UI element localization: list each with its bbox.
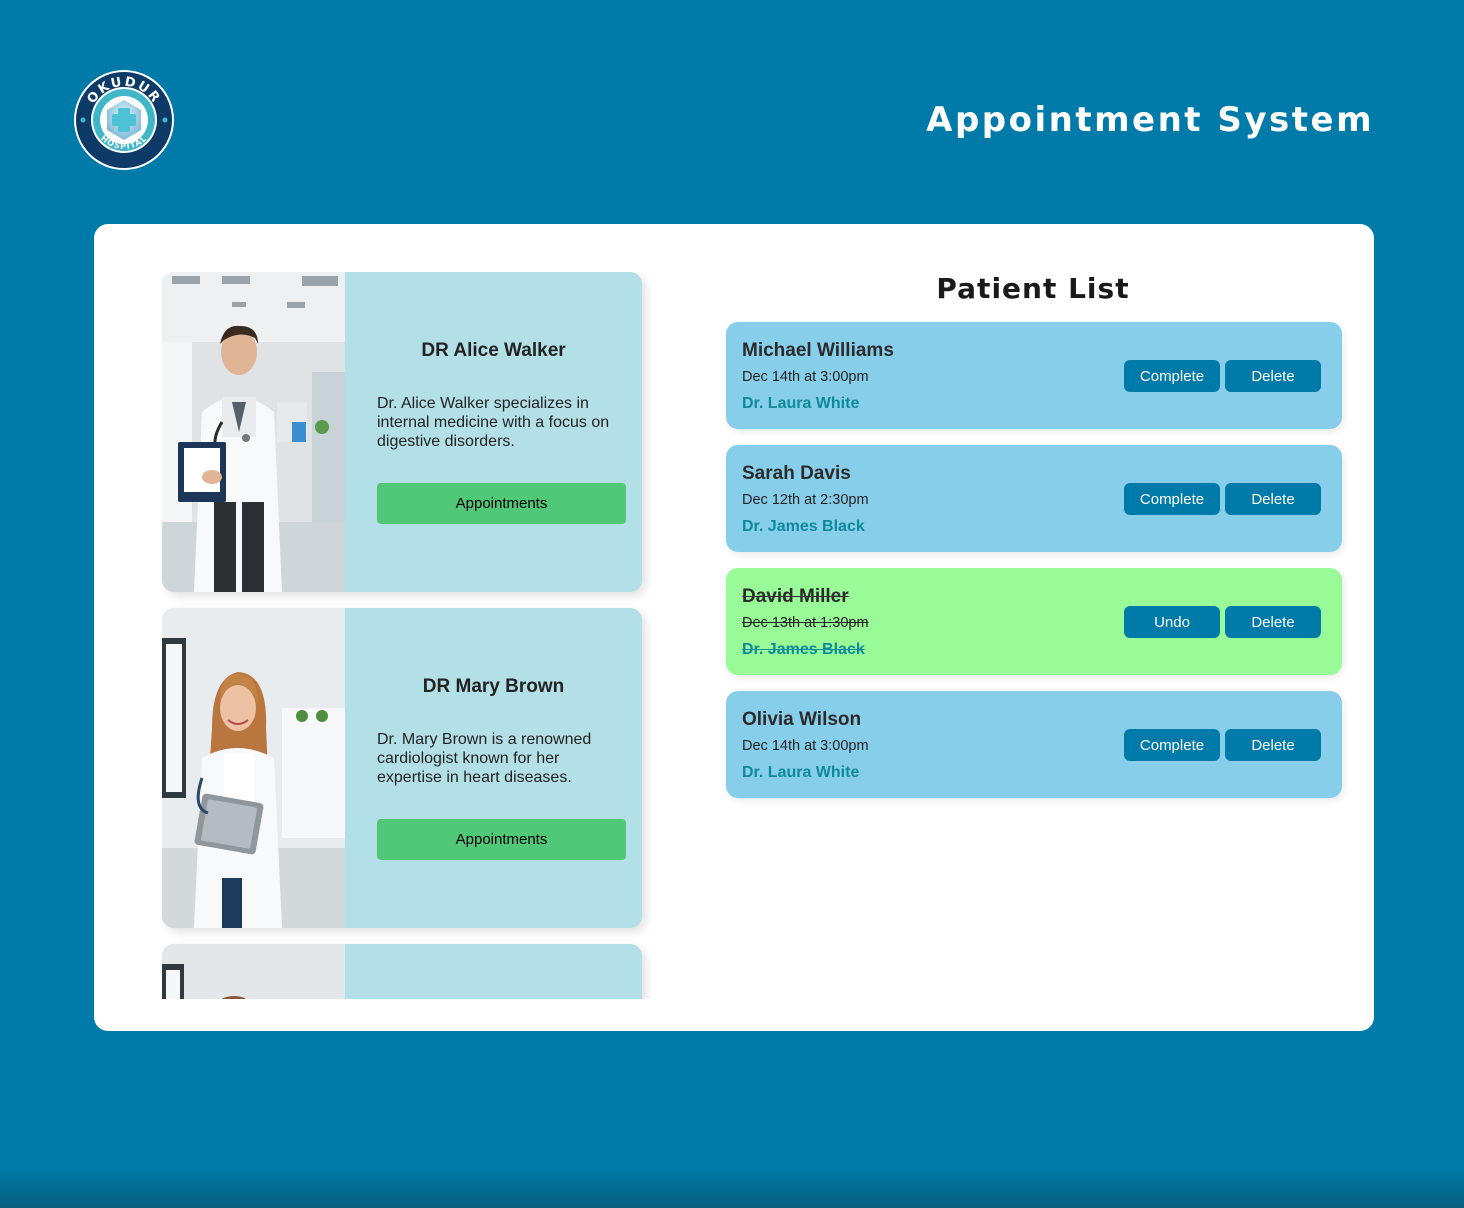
patient-card: Sarah Davis Dec 12th at 2:30pm Dr. James… <box>726 445 1342 552</box>
assigned-doctor: Dr. James Black <box>742 518 865 535</box>
patient-name: Michael Williams <box>742 340 894 361</box>
delete-button[interactable]: Delete <box>1225 606 1321 638</box>
doctor-photo <box>162 944 345 999</box>
bottom-shade <box>0 1168 1464 1208</box>
complete-button[interactable]: Complete <box>1124 360 1220 392</box>
doctor-info: DR Mary Brown Dr. Mary Brown is a renown… <box>345 608 642 928</box>
doctor-card <box>162 944 642 999</box>
patient-list-title: Patient List <box>936 272 1130 305</box>
female-doctor-photo <box>162 608 345 928</box>
complete-button[interactable]: Complete <box>1124 729 1220 761</box>
appointment-date: Dec 14th at 3:00pm <box>742 738 869 754</box>
appointment-date: Dec 14th at 3:00pm <box>742 369 869 385</box>
male-doctor-photo <box>162 272 345 592</box>
appointments-button[interactable]: Appointments <box>377 483 626 524</box>
appointments-button[interactable]: Appointments <box>377 819 626 860</box>
delete-button[interactable]: Delete <box>1225 483 1321 515</box>
doctor-info: DR Alice Walker Dr. Alice Walker special… <box>345 272 642 592</box>
complete-button[interactable]: Complete <box>1124 483 1220 515</box>
appointment-date: Dec 13th at 1:30pm <box>742 615 869 631</box>
app-title: Appointment System <box>926 100 1374 140</box>
doctor-description: Dr. Alice Walker specializes in internal… <box>377 395 610 450</box>
main-panel: DR Alice Walker Dr. Alice Walker special… <box>94 224 1374 1031</box>
doctor-info <box>345 944 642 999</box>
assigned-doctor: Dr. Laura White <box>742 395 860 412</box>
undo-button[interactable]: Undo <box>1124 606 1220 638</box>
appointment-date: Dec 12th at 2:30pm <box>742 492 869 508</box>
doctor-card: DR Mary Brown Dr. Mary Brown is a renown… <box>162 608 642 928</box>
assigned-doctor: Dr. James Black <box>742 641 865 658</box>
assigned-doctor: Dr. Laura White <box>742 764 860 781</box>
patient-card: Olivia Wilson Dec 14th at 3:00pm Dr. Lau… <box>726 691 1342 798</box>
hospital-logo: OKUDUR HOSPITAL <box>72 68 176 172</box>
doctor-list[interactable]: DR Alice Walker Dr. Alice Walker special… <box>162 272 652 999</box>
doctor-card: DR Alice Walker Dr. Alice Walker special… <box>162 272 642 592</box>
doctor-name: DR Alice Walker <box>421 340 566 361</box>
patient-name: Sarah Davis <box>742 463 851 484</box>
doctor-name: DR Mary Brown <box>422 676 565 697</box>
patient-name: David Miller <box>742 586 849 607</box>
patient-card: Michael Williams Dec 14th at 3:00pm Dr. … <box>726 322 1342 429</box>
patient-name: Olivia Wilson <box>742 709 862 730</box>
delete-button[interactable]: Delete <box>1225 360 1321 392</box>
doctor-description: Dr. Mary Brown is a renowned cardiologis… <box>377 731 592 786</box>
delete-button[interactable]: Delete <box>1225 729 1321 761</box>
patient-card-completed: David Miller Dec 13th at 1:30pm Dr. Jame… <box>726 568 1342 675</box>
